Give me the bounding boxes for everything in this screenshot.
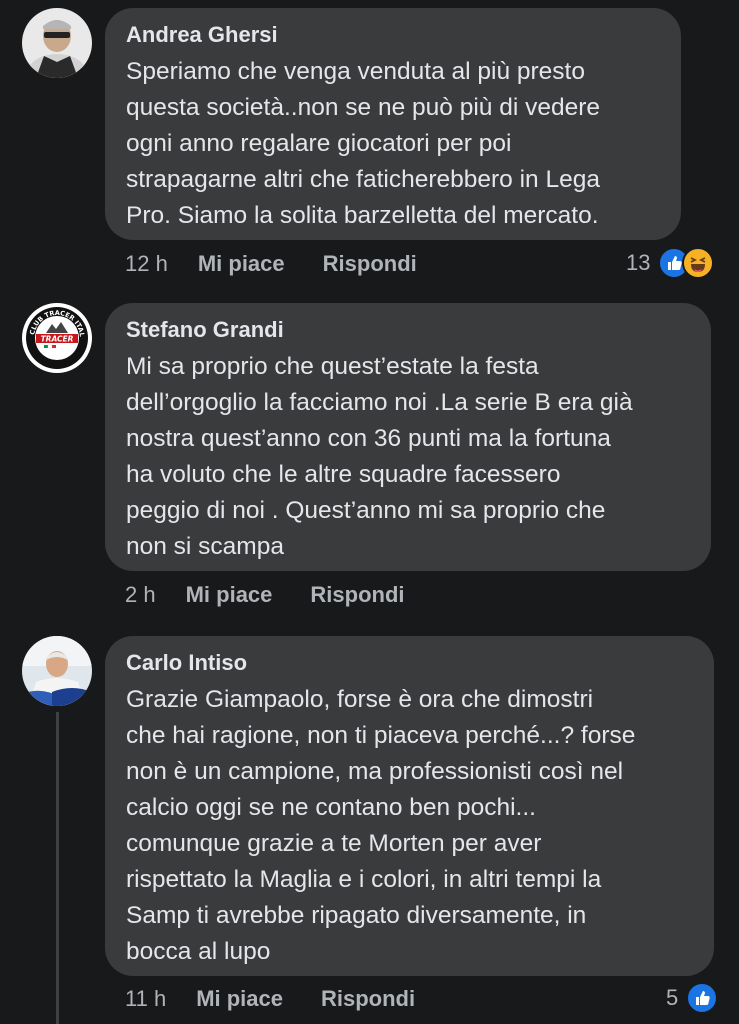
avatar-stefano-grandi[interactable]: CLUB TRACER ITALIA TRACER (22, 303, 92, 373)
comment-bubble: Carlo Intiso Grazie Giampaolo, forse è o… (105, 636, 714, 976)
comment-bubble: Andrea Ghersi Speriamo che venga venduta… (105, 8, 681, 240)
comment-author[interactable]: Andrea Ghersi (126, 22, 661, 48)
tracer-logo-text: TRACER (41, 335, 74, 344)
haha-icon (682, 247, 715, 279)
reaction-count: 5 (666, 985, 679, 1010)
comment-text: Mi sa proprio che quest’estate la festa … (126, 353, 633, 560)
avatar-andrea-ghersi[interactable] (22, 8, 92, 78)
reply-button[interactable]: Rispondi (310, 582, 404, 608)
comment-timestamp[interactable]: 2 h (125, 582, 156, 608)
comment-bubble: Stefano Grandi Mi sa proprio che quest’e… (105, 303, 711, 571)
like-button[interactable]: Mi piace (198, 251, 285, 277)
comment-actions: 2 h Mi piace Rispondi (125, 580, 405, 610)
comment-author[interactable]: Carlo Intiso (126, 650, 694, 676)
like-icon (686, 982, 719, 1014)
reply-button[interactable]: Rispondi (321, 986, 415, 1012)
reaction-count: 13 (626, 250, 651, 275)
like-button[interactable]: Mi piace (186, 582, 273, 608)
comments-panel: Andrea Ghersi Speriamo che venga venduta… (0, 0, 739, 1024)
comment-timestamp[interactable]: 12 h (125, 251, 168, 277)
like-button[interactable]: Mi piace (196, 986, 283, 1012)
comment-author[interactable]: Stefano Grandi (126, 317, 691, 343)
profile-photo-icon (22, 8, 92, 78)
comment-timestamp[interactable]: 11 h (125, 986, 166, 1012)
reply-thread-line (56, 712, 59, 1024)
avatar-carlo-intiso[interactable] (22, 636, 92, 706)
reaction-summary[interactable]: 13 (626, 247, 715, 279)
profile-photo-icon (22, 636, 92, 706)
reaction-summary[interactable]: 5 (666, 982, 719, 1014)
comment-actions: 12 h Mi piace Rispondi (125, 249, 417, 279)
reply-button[interactable]: Rispondi (323, 251, 417, 277)
club-tracer-logo-icon: CLUB TRACER ITALIA TRACER (22, 303, 92, 373)
comment-actions: 11 h Mi piace Rispondi (125, 984, 415, 1014)
comment-text: Speriamo che venga venduta al più presto… (126, 58, 601, 229)
comment-text: Grazie Giampaolo, forse è ora che dimost… (126, 686, 636, 965)
